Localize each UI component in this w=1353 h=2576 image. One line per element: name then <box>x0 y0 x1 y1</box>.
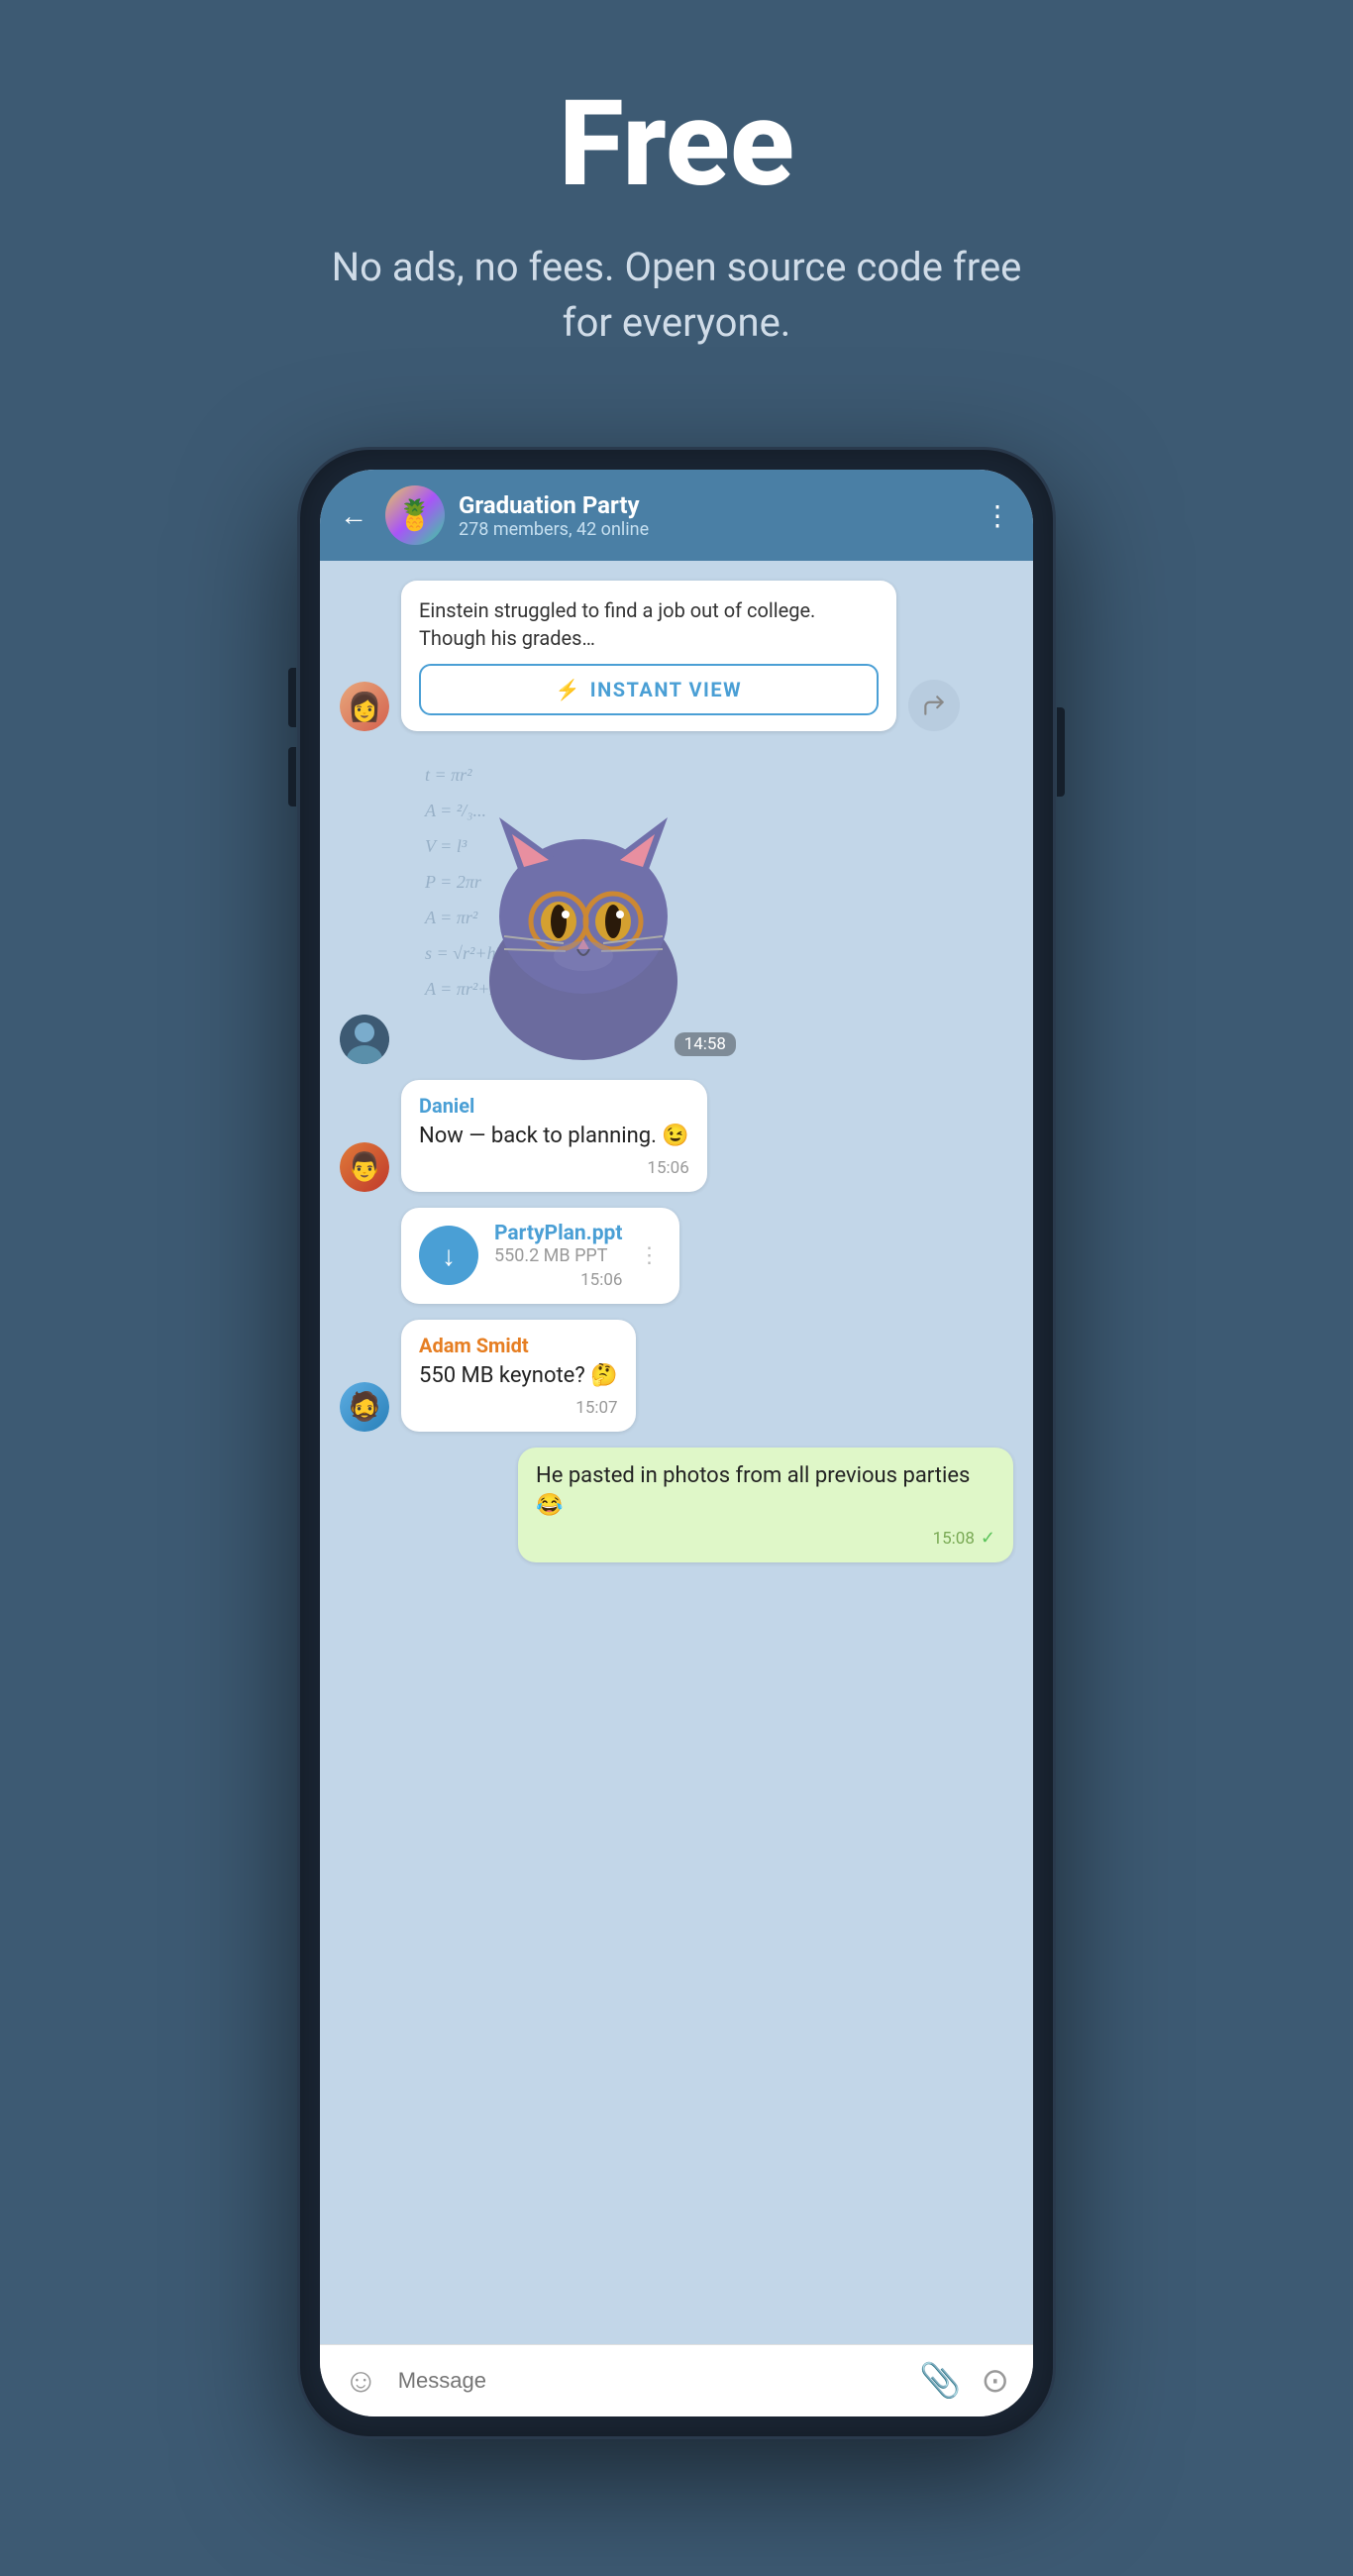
file-download-button[interactable]: ↓ <box>419 1226 478 1285</box>
download-icon: ↓ <box>442 1239 456 1272</box>
chat-info: Graduation Party 278 members, 42 online <box>459 491 970 540</box>
sticker-bubble: t = πr² A = ²/₃... V = l³ P = 2πr A = πr… <box>401 747 752 1064</box>
hero-title: Free <box>330 79 1023 210</box>
instant-view-button[interactable]: ⚡ INSTANT VIEW <box>419 664 879 715</box>
file-footer: 15:06 <box>494 1270 622 1290</box>
daniel-time: 15:06 <box>647 1158 688 1178</box>
hero-subtitle: No ads, no fees. Open source code free f… <box>330 240 1023 351</box>
adam-time: 15:07 <box>575 1398 617 1418</box>
group-avatar: 🍍 <box>385 485 445 545</box>
link-preview-bubble: Einstein struggled to find a job out of … <box>401 581 896 731</box>
attach-button[interactable]: 📎 <box>919 2361 961 2401</box>
link-preview-text: Einstein struggled to find a job out of … <box>419 596 879 652</box>
hero-section: Free No ads, no fees. Open source code f… <box>290 0 1063 410</box>
instant-view-icon: ⚡ <box>556 678 580 701</box>
chat-header: ← 🍍 Graduation Party 278 members, 42 onl… <box>320 470 1033 561</box>
group-name: Graduation Party <box>459 491 970 519</box>
adam-text: 550 MB keynote? 🤔 <box>419 1361 618 1392</box>
read-tick-icon: ✓ <box>981 1528 995 1549</box>
daniel-message-row: 👨 Daniel Now — back to planning. 😉 15:06 <box>340 1080 1013 1192</box>
adam-message-row: 🧔 Adam Smidt 550 MB keynote? 🤔 15:07 <box>340 1320 1013 1432</box>
cat-svg <box>455 773 712 1064</box>
own-bubble-footer: 15:08 ✓ <box>536 1528 995 1549</box>
avatar-man3: 🧔 <box>340 1382 389 1432</box>
cat-sticker-svg <box>455 773 712 1060</box>
chat-body: 👩 Einstein struggled to find a job out o… <box>320 561 1033 2344</box>
emoji-button[interactable]: ☺ <box>344 2361 378 2401</box>
chat-input-bar: ☺ 📎 ⊙ <box>320 2344 1033 2416</box>
sticker-sender-avatar <box>340 1015 389 1064</box>
own-bubble: He pasted in photos from all previous pa… <box>518 1448 1013 1563</box>
own-text: He pasted in photos from all previous pa… <box>536 1461 995 1523</box>
file-time: 15:06 <box>580 1270 622 1290</box>
sticker-time: 14:58 <box>675 1032 736 1056</box>
adam-avatar: 🧔 <box>340 1382 389 1432</box>
phone-inner: ← 🍍 Graduation Party 278 members, 42 onl… <box>320 470 1033 2416</box>
daniel-sender: Daniel <box>419 1094 689 1118</box>
phone-outer: ← 🍍 Graduation Party 278 members, 42 onl… <box>300 450 1053 2436</box>
adam-bubble: Adam Smidt 550 MB keynote? 🤔 15:07 <box>401 1320 636 1432</box>
person-silhouette <box>340 1015 389 1064</box>
avatar-man1 <box>340 1015 389 1064</box>
message-row: 👩 Einstein struggled to find a job out o… <box>340 581 1013 731</box>
file-info: PartyPlan.ppt 550.2 MB PPT 15:06 <box>494 1222 622 1290</box>
group-status: 278 members, 42 online <box>459 519 970 540</box>
avatar-woman: 👩 <box>340 682 389 731</box>
daniel-text: Now — back to planning. 😉 <box>419 1122 689 1152</box>
chat-menu-button[interactable]: ⋮ <box>984 499 1013 532</box>
forward-icon <box>921 693 947 718</box>
file-meta: 550.2 MB PPT <box>494 1245 622 1266</box>
phone-mockup: ← 🍍 Graduation Party 278 members, 42 onl… <box>300 450 1053 2436</box>
forward-button[interactable] <box>908 680 960 731</box>
daniel-bubble-footer: 15:06 <box>419 1158 689 1178</box>
file-menu-button[interactable]: ⋮ <box>638 1243 662 1268</box>
back-button[interactable]: ← <box>340 499 367 532</box>
cat-sticker-area: t = πr² A = ²/₃... V = l³ P = 2πr A = πr… <box>415 747 752 1064</box>
instant-view-label: INSTANT VIEW <box>590 678 742 701</box>
file-name: PartyPlan.ppt <box>494 1222 622 1245</box>
group-avatar-image: 🍍 <box>385 485 445 545</box>
message-input[interactable] <box>398 2368 899 2394</box>
daniel-bubble: Daniel Now — back to planning. 😉 15:06 <box>401 1080 707 1192</box>
adam-bubble-footer: 15:07 <box>419 1398 618 1418</box>
avatar-man2: 👨 <box>340 1142 389 1192</box>
sticker-message-row: t = πr² A = ²/₃... V = l³ P = 2πr A = πr… <box>340 747 1013 1064</box>
file-message-row: ↓ PartyPlan.ppt 550.2 MB PPT 15:06 ⋮ <box>340 1208 1013 1304</box>
camera-button[interactable]: ⊙ <box>982 2361 1010 2401</box>
adam-sender: Adam Smidt <box>419 1334 618 1357</box>
file-bubble: ↓ PartyPlan.ppt 550.2 MB PPT 15:06 ⋮ <box>401 1208 679 1304</box>
own-time: 15:08 <box>933 1529 975 1549</box>
own-message-row: He pasted in photos from all previous pa… <box>340 1448 1013 1563</box>
sender-avatar: 👩 <box>340 682 389 731</box>
daniel-avatar: 👨 <box>340 1142 389 1192</box>
